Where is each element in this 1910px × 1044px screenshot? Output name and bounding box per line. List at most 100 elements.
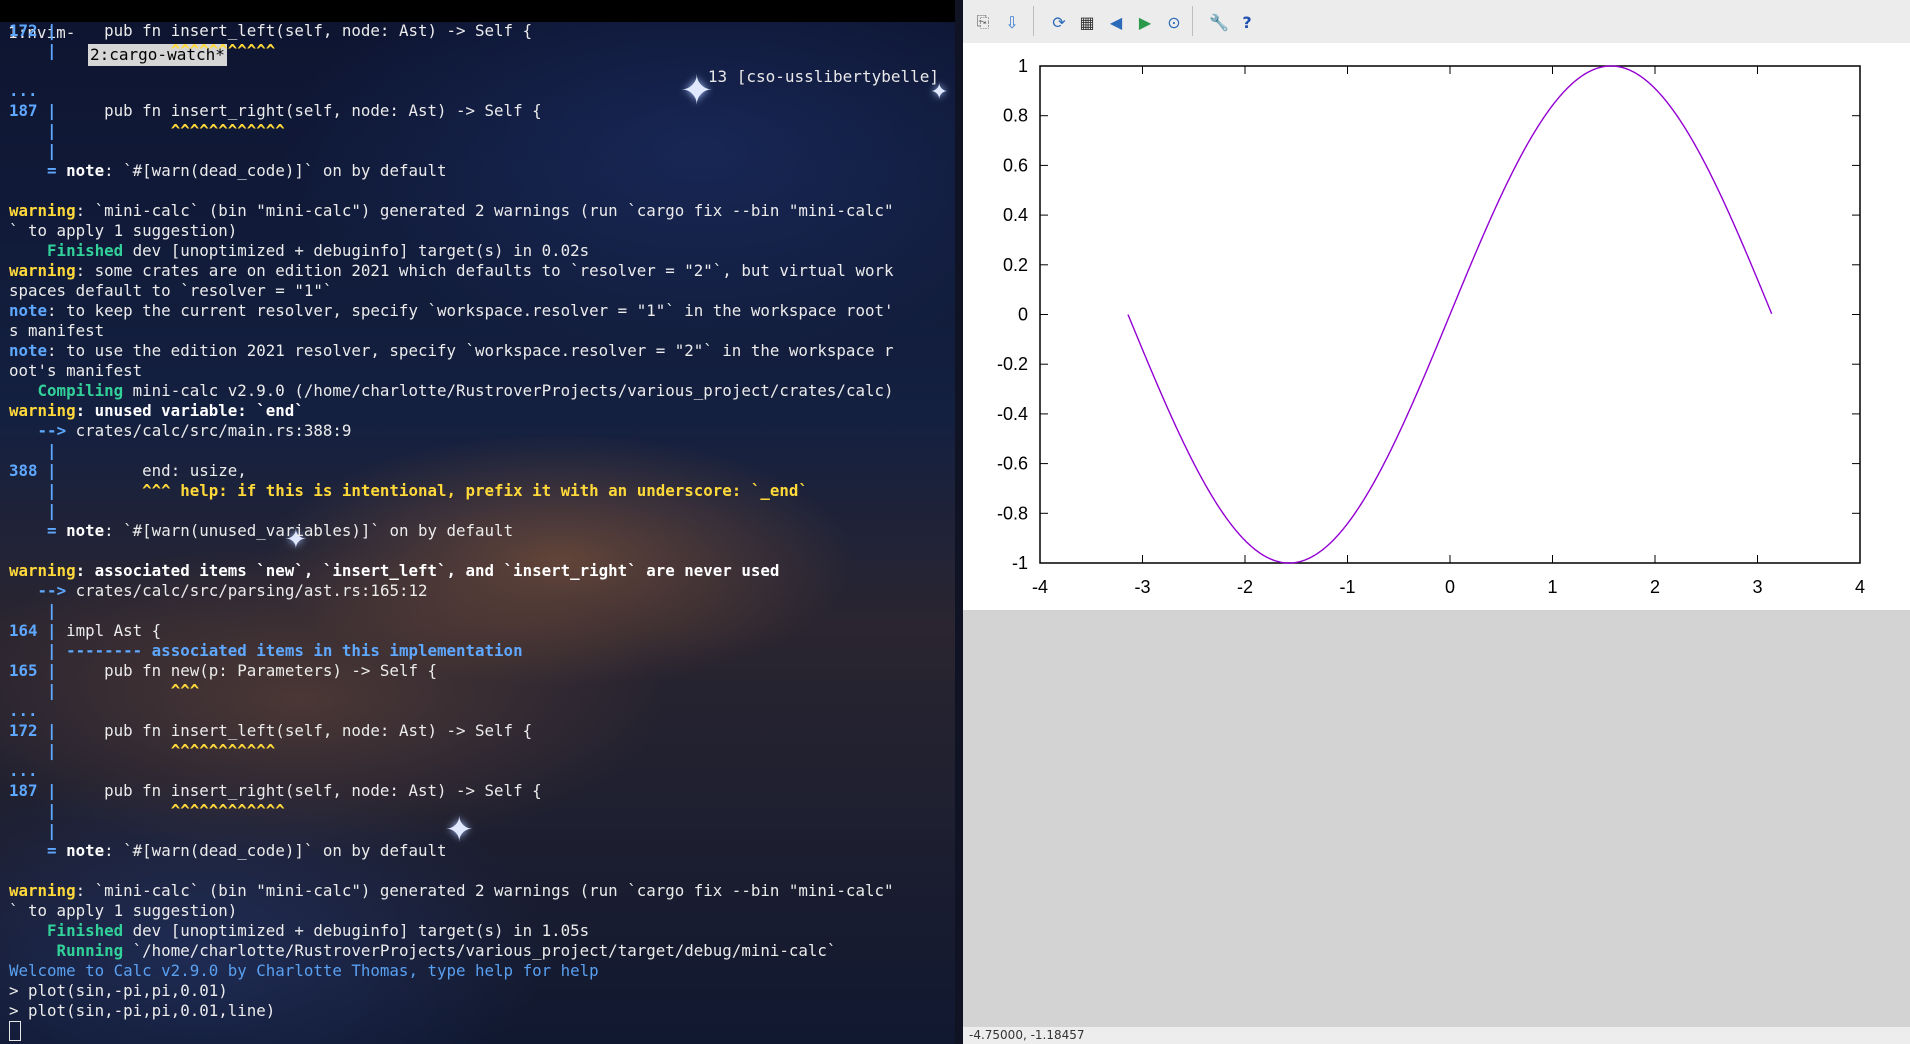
terminal-line: > plot(sin,-pi,pi,0.01)	[9, 981, 949, 1001]
terminal-text-segment: : some crates are on edition 2021 which …	[75, 261, 894, 280]
help-icon[interactable]: ?	[1235, 10, 1259, 34]
terminal-text-segment: : `#[warn(dead_code)]` on by default	[104, 841, 447, 860]
pane-divider[interactable]	[955, 0, 963, 1044]
terminal-line: warning: associated items `new`, `insert…	[9, 561, 949, 581]
terminal-text-segment: 187	[9, 101, 48, 120]
copy-clipboard-icon[interactable]: ⎘	[971, 10, 995, 34]
terminal-text-segment: pub fn insert_left(self, node: Ast) -> S…	[56, 21, 533, 40]
terminal-pane[interactable]: ✦ ✦ ✦ ✦ 1:nvim- 2:cargo-watch* 13 [cso-u…	[0, 0, 955, 1044]
tmux-status-bar: 1:nvim- 2:cargo-watch* 13 [cso-usslibert…	[0, 0, 955, 86]
terminal-text-segment: -->	[37, 581, 67, 600]
terminal-text-segment: |	[47, 121, 57, 140]
terminal-line: |	[9, 441, 949, 461]
terminal-text-segment: |	[47, 21, 57, 40]
terminal-line: |	[9, 141, 949, 161]
terminal-line: = note: `#[warn(dead_code)]` on by defau…	[9, 161, 949, 181]
settings-icon[interactable]: 🔧	[1207, 10, 1231, 34]
terminal-line: = note: `#[warn(unused_variables)]` on b…	[9, 521, 949, 541]
terminal-text-segment: warning	[9, 401, 76, 420]
terminal-text-segment: |	[47, 601, 57, 620]
terminal-text-segment: =	[47, 521, 67, 540]
x-tick-label: 3	[1752, 577, 1762, 597]
terminal-line: Finished dev [unoptimized + debuginfo] t…	[9, 921, 949, 941]
terminal-text-segment: pub fn insert_right(self, node: Ast) -> …	[56, 781, 542, 800]
terminal-text-segment: |	[47, 661, 57, 680]
terminal-text-segment: -------- associated items in this implem…	[56, 641, 523, 660]
terminal-text-segment: : to use the edition 2021 resolver, spec…	[47, 341, 894, 360]
terminal-line: = note: `#[warn(dead_code)]` on by defau…	[9, 841, 949, 861]
terminal-text-segment: |	[47, 461, 57, 480]
terminal-text-segment: : associated items `new`, `insert_left`,…	[75, 561, 780, 580]
terminal-text-segment: > plot(sin,-pi,pi,0.01,line)	[9, 1001, 276, 1020]
terminal-line: 172 | pub fn insert_left(self, node: Ast…	[9, 721, 949, 741]
terminal-line: note: to keep the current resolver, spec…	[9, 301, 949, 321]
autoscale-icon[interactable]: ⊙	[1162, 10, 1186, 34]
toolbar-separator	[1033, 6, 1034, 36]
zoom-previous-icon[interactable]: ◀	[1104, 10, 1128, 34]
terminal-line: | ^^^ help: if this is intentional, pref…	[9, 481, 949, 501]
terminal-text-segment: |	[47, 721, 57, 740]
terminal-text-segment: 164	[9, 621, 48, 640]
y-tick-label: 1	[1018, 56, 1028, 76]
replot-icon[interactable]: ⟳	[1047, 10, 1071, 34]
terminal-line: | -------- associated items in this impl…	[9, 641, 949, 661]
replot-mouse-icon[interactable]: ⇩	[1000, 10, 1024, 34]
terminal-line: 388 | end: usize,	[9, 461, 949, 481]
x-tick-label: -1	[1339, 577, 1355, 597]
terminal-line: ` to apply 1 suggestion)	[9, 901, 949, 921]
terminal-text-segment: warning	[9, 881, 76, 900]
terminal-text-segment: |	[47, 741, 57, 760]
terminal-text-segment: ...	[9, 81, 38, 100]
grid-icon[interactable]: ▦	[1075, 10, 1099, 34]
terminal-text-segment: s manifest	[9, 321, 105, 340]
terminal-text-segment: Running	[9, 941, 124, 960]
terminal-line: ` to apply 1 suggestion)	[9, 221, 949, 241]
plot-canvas[interactable]: -4 -3 -2 -1 0 1 2 3 4 1 0.8 0.6 0.4 0.2 0 -0.2 -0.4 -0.6 -…	[963, 43, 1910, 610]
terminal-line: warning: unused variable: `end`	[9, 401, 949, 421]
terminal-line: warning: some crates are on edition 2021…	[9, 261, 949, 281]
terminal-text-segment: note	[9, 341, 48, 360]
terminal-text-segment: ^^^ help: if this is intentional, prefix…	[56, 481, 808, 500]
terminal-text-segment: |	[47, 681, 57, 700]
status-bar: -4.75000, -1.18457	[963, 1027, 1910, 1044]
terminal-text-segment: |	[47, 501, 57, 520]
terminal-line: 172 | pub fn insert_left(self, node: Ast…	[9, 21, 949, 41]
terminal-text-segment: |	[47, 41, 57, 60]
terminal-line: | ^^^	[9, 681, 949, 701]
zoom-next-icon[interactable]: ▶	[1133, 10, 1157, 34]
terminal-prompt-line[interactable]	[9, 1021, 949, 1041]
terminal-text-segment: dev [unoptimized + debuginfo] target(s) …	[123, 241, 590, 260]
terminal-text-segment: note	[9, 301, 48, 320]
terminal-text-segment: crates/calc/src/main.rs:388:9	[66, 421, 352, 440]
terminal-text-segment: ^^^^^^^^^^^^	[56, 121, 285, 140]
x-tick-label: 1	[1547, 577, 1557, 597]
plot-toolbar: ⎘ ⇩ ⟳ ▦ ◀ ▶ ⊙ 🔧?	[963, 0, 1910, 43]
terminal-text-segment: : `#[warn(dead_code)]` on by default	[104, 161, 447, 180]
terminal-text-segment: ^^^	[56, 681, 200, 700]
terminal-text-segment: : `mini-calc` (bin "mini-calc") generate…	[75, 201, 894, 220]
terminal-text-segment: |	[47, 481, 57, 500]
terminal-text-segment: Welcome to Calc v2.9.0 by Charlotte Thom…	[9, 961, 599, 980]
terminal-line: warning: `mini-calc` (bin "mini-calc") g…	[9, 881, 949, 901]
y-tick-label: 0	[1018, 305, 1028, 325]
terminal-line: ...	[9, 81, 949, 101]
y-tick-label: 0.2	[1003, 255, 1028, 275]
text-cursor	[9, 1021, 21, 1041]
y-tick-label: 0.4	[1003, 205, 1028, 225]
terminal-line: Running `/home/charlotte/RustroverProjec…	[9, 941, 949, 961]
terminal-text-segment: =	[47, 841, 67, 860]
terminal-text-segment: 165	[9, 661, 48, 680]
terminal-text-segment: Finished	[9, 921, 124, 940]
terminal-text-segment: `/home/charlotte/RustroverProjects/vario…	[123, 941, 837, 960]
terminal-text-segment: : `#[warn(unused_variables)]` on by defa…	[104, 521, 514, 540]
